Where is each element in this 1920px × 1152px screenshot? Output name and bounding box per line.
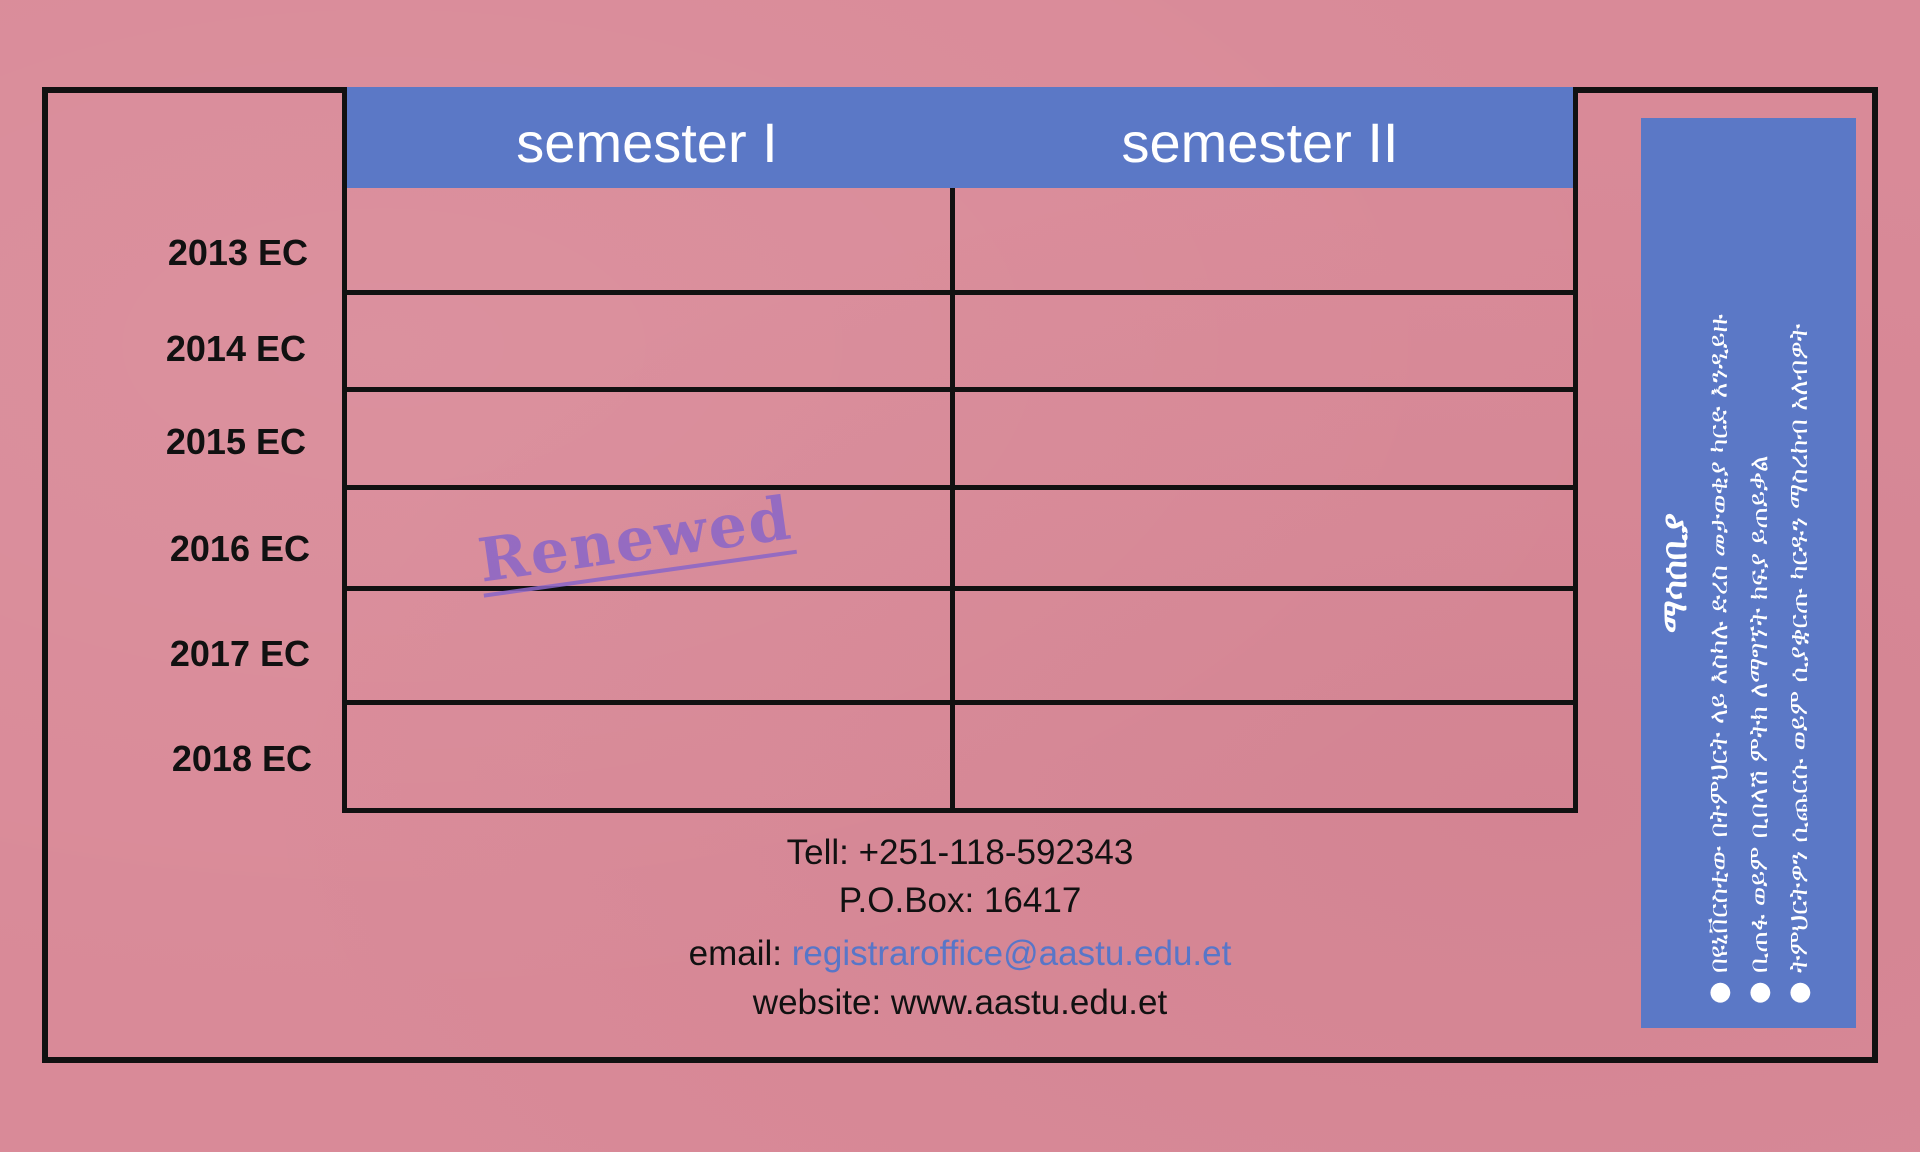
contact-email-label: email: [688, 934, 783, 973]
row-divider [347, 485, 1573, 490]
contact-email-link[interactable]: registraroffice@aastu.edu.et [792, 934, 1232, 973]
column-header-semester-2: semester II [1121, 111, 1399, 174]
row-divider [347, 387, 1573, 392]
contact-website: website: www.aastu.edu.et [752, 983, 1168, 1022]
row-label-2017: 2017 EC [169, 633, 310, 674]
row-divider [347, 290, 1573, 295]
notice-item: ● ቢጠፋ ወይም ቢበላሽ ምትክ ለማግኘት ክፍያ ይጠይቃል [1743, 455, 1774, 1004]
renewal-table: semester I semester II [342, 87, 1578, 813]
notice-panel: ማሳሰቢያ ● በዩኒቨርስቲው በትምህርት ላይ እስካሉ ድረስ መታወቂ… [1641, 118, 1856, 1028]
notice-content: ማሳሰቢያ ● በዩኒቨርስቲው በትምህርት ላይ እስካሉ ድረስ መታወቂ… [1649, 128, 1849, 1018]
row-label-2014: 2014 EC [165, 328, 306, 369]
contact-email-line: email: registraroffice@aastu.edu.et [342, 934, 1578, 974]
row-label-2018: 2018 EC [171, 738, 312, 779]
column-divider [950, 188, 955, 808]
notice-item: ● ትምህርትዎን ሲጨርሱ ወይም ሲያቋርጡ ካርዱን ማስረከብ አለብዎ… [1783, 323, 1814, 1004]
row-label-2013: 2013 EC [167, 232, 308, 273]
contact-phone: Tell: +251-118-592343 [786, 833, 1134, 872]
contact-pobox: P.O.Box: 16417 [838, 881, 1082, 920]
row-label-2015: 2015 EC [165, 421, 306, 462]
notice-title: ማሳሰቢያ [1654, 513, 1695, 633]
column-header-semester-1: semester I [516, 111, 778, 174]
row-divider [347, 700, 1573, 705]
row-label-2016: 2016 EC [169, 528, 310, 569]
notice-item: ● በዩኒቨርስቲው በትምህርት ላይ እስካሉ ድረስ መታወቂያ ካርድ … [1703, 314, 1734, 1004]
table-header: semester I semester II [347, 87, 1573, 188]
